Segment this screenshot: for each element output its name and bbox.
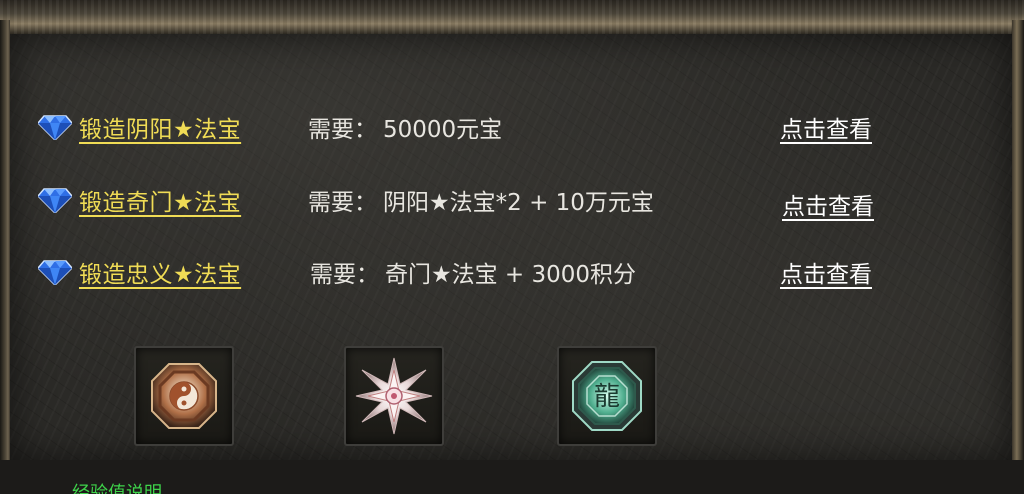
view-details-link[interactable]: 点击查看 [780, 255, 872, 289]
recipe-requirement: 需要： 阴阳★法宝*2 + 10万元宝 [308, 190, 654, 216]
yinyang-bagua-talisman-icon [151, 363, 217, 429]
item-slot[interactable]: 龍 [557, 346, 657, 446]
recipe-title-link[interactable]: 锻造忠义★法宝 [79, 255, 241, 289]
diamond-gem-icon [38, 115, 72, 140]
exp-info-text: 经验值说明 [72, 483, 162, 494]
recipe-row: 锻造忠义★法宝 需要： 奇门★法宝 + 3000积分 点击查看 [10, 251, 1012, 291]
diamond-gem-icon [38, 260, 72, 285]
view-details-link[interactable]: 点击查看 [780, 110, 872, 144]
diamond-gem-icon [38, 188, 72, 213]
window-right-border [1012, 20, 1024, 460]
recipe-requirement: 需要： 50000元宝 [308, 117, 503, 143]
window-left-border [0, 20, 10, 460]
recipe-title-link[interactable]: 锻造奇门★法宝 [79, 183, 241, 217]
view-details-link[interactable]: 点击查看 [782, 187, 874, 221]
recipe-row: 锻造奇门★法宝 需要： 阴阳★法宝*2 + 10万元宝 点击查看 [10, 179, 1012, 221]
star-compass-talisman-icon [355, 357, 433, 435]
item-slot[interactable] [344, 346, 444, 446]
recipe-row: 锻造阴阳★法宝 需要： 50000元宝 点击查看 [10, 106, 1012, 146]
forge-panel: 锻造阴阳★法宝 需要： 50000元宝 点击查看 锻造奇门★法宝 需要： 阴阳★法宝… [10, 34, 1012, 494]
item-slot[interactable] [134, 346, 234, 446]
dragon-glyph: 龍 [594, 382, 620, 412]
recipe-title-link[interactable]: 锻造阴阳★法宝 [79, 110, 241, 144]
recipe-requirement: 需要： 奇门★法宝 + 3000积分 [310, 262, 637, 288]
dragon-jade-talisman-icon: 龍 [572, 361, 642, 431]
window-top-border [0, 0, 1024, 34]
